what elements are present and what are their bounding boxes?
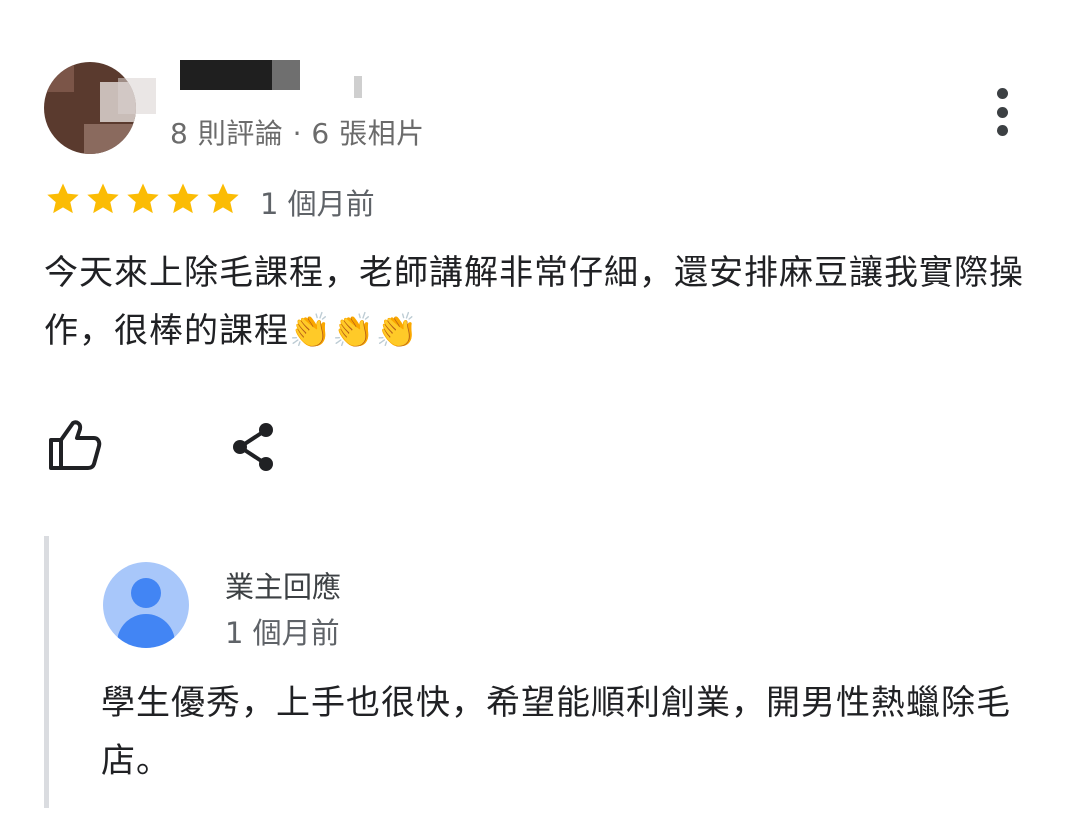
avatar-redaction xyxy=(44,62,74,92)
reviewer-name-redacted[interactable] xyxy=(180,60,362,98)
owner-reply-time: 1 個月前 xyxy=(225,616,340,650)
redaction-bar xyxy=(180,60,272,90)
star-icon xyxy=(87,183,119,214)
star-icon xyxy=(167,183,199,214)
avatar-body xyxy=(117,614,175,648)
thumb-up-icon[interactable] xyxy=(46,418,106,472)
review-text: 今天來上除毛課程，老師講解非常仔細，還安排麻豆讓我實際操作，很棒的課程👏👏👏 xyxy=(44,253,1024,351)
owner-reply-text: 學生優秀，上手也很快，希望能順利創業，開男性熱蠟除毛店。 xyxy=(101,683,1011,781)
owner-reply: 業主回應 1 個月前 學生優秀，上手也很快，希望能順利創業，開男性熱蠟除毛店。 xyxy=(44,536,1049,808)
review-card: 8 則評論 · 6 張相片 1 個月前 今天來上除毛課程，老師講解非常仔細，還安… xyxy=(0,0,1080,831)
more-dot xyxy=(996,88,1008,99)
redaction-bar xyxy=(354,76,362,98)
star-icon xyxy=(207,183,239,214)
thumb-up-glyph xyxy=(49,420,102,470)
avatar-redaction-edge xyxy=(118,78,156,114)
star-icon xyxy=(47,183,79,214)
avatar-redaction xyxy=(84,124,136,154)
owner-reply-label: 業主回應 xyxy=(225,570,342,604)
share-glyph xyxy=(233,423,273,471)
person-avatar-icon xyxy=(103,562,189,648)
review-time: 1 個月前 xyxy=(260,187,375,221)
share-icon[interactable] xyxy=(228,420,280,474)
more-vertical-icon[interactable] xyxy=(980,84,1024,140)
more-dot xyxy=(996,125,1008,136)
reviewer-meta: 8 則評論 · 6 張相片 xyxy=(170,117,425,150)
more-dot xyxy=(996,106,1008,118)
redaction-bar xyxy=(272,60,300,90)
star-icon xyxy=(127,183,159,214)
avatar-head xyxy=(131,578,161,608)
star-rating xyxy=(44,180,242,218)
